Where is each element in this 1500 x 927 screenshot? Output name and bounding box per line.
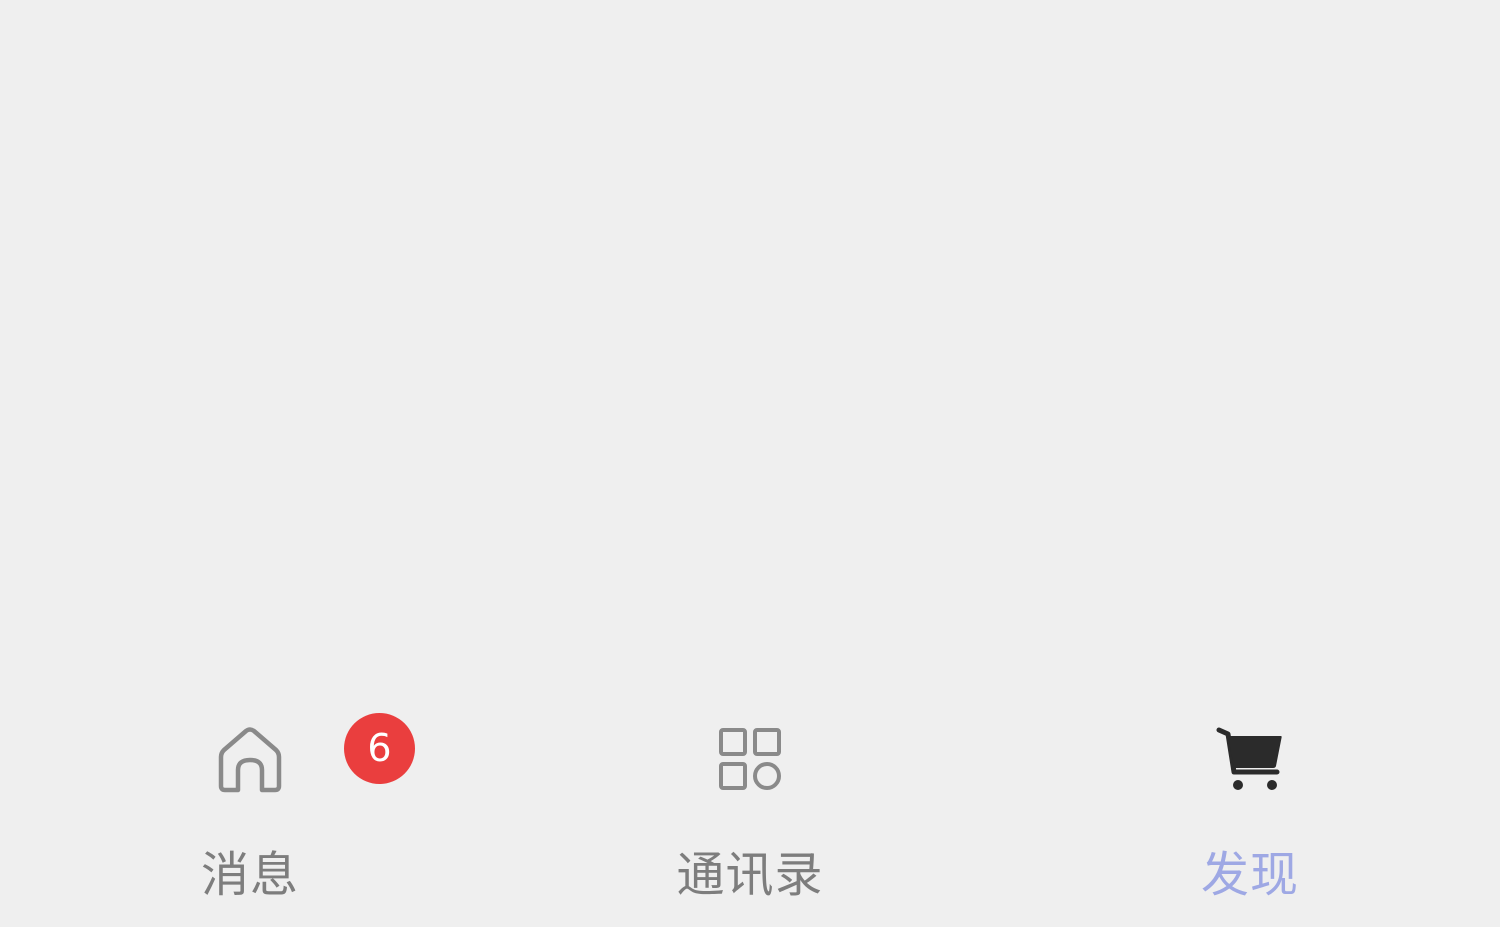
bottom-tab-bar: 消息 通讯录 发现 xyxy=(0,690,1500,927)
tab-discover-label: 发现 xyxy=(1200,847,1299,903)
cart-icon xyxy=(1210,722,1290,802)
unread-count-badge: 6 xyxy=(344,713,415,784)
tab-messages-label: 消息 xyxy=(200,847,299,903)
tab-contacts-label: 通讯录 xyxy=(676,847,824,903)
grid-icon xyxy=(710,722,790,802)
tab-contacts[interactable]: 通讯录 xyxy=(600,690,900,927)
content-area xyxy=(0,0,1500,690)
tab-discover[interactable]: 发现 xyxy=(1100,690,1400,927)
home-icon xyxy=(210,722,290,802)
app-screen: 消息 通讯录 发现 6 xyxy=(0,0,1500,927)
